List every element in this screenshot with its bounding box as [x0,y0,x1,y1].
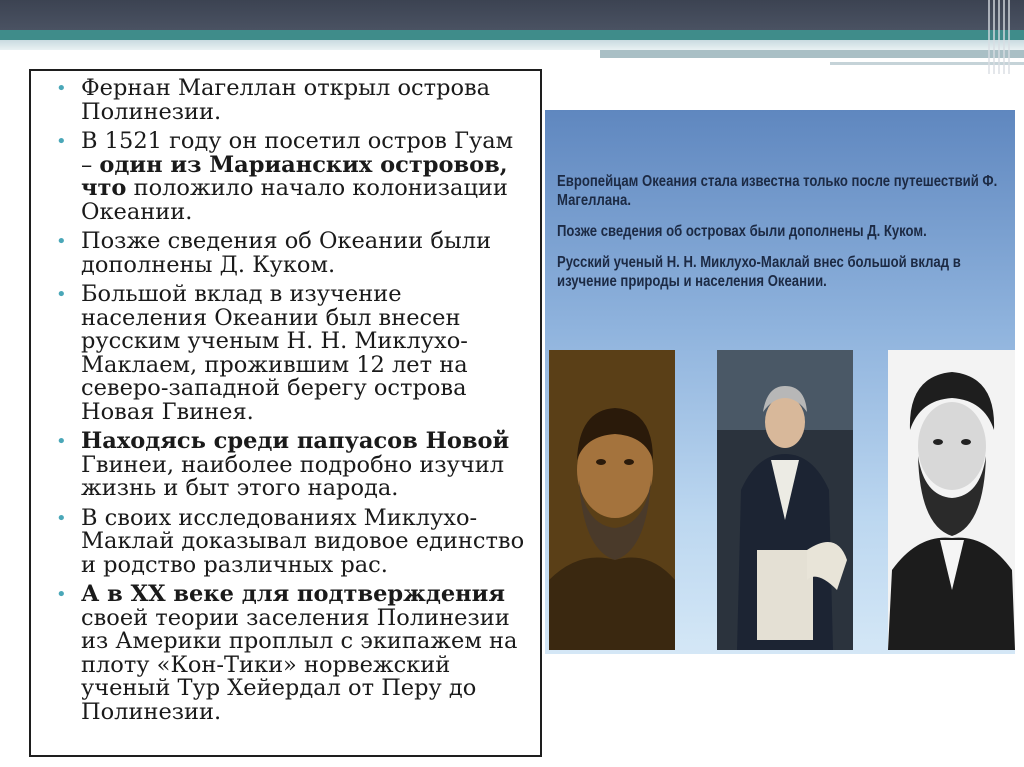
top-light-band [0,40,1024,50]
bullet-dot-icon: • [56,78,67,99]
bullet-dot-icon: • [56,431,67,452]
cook-portrait [717,350,853,650]
bullet-item: • А в XX веке для подтверждения своей тео… [56,581,528,725]
bullet-text: Фернан Магеллан открыл острова Полинезии… [81,75,491,125]
bullet-dot-icon: • [56,231,67,252]
bullet-item: • В своих исследованиях Миклухо-Маклай до… [56,504,528,578]
caption-line: Позже сведения об островах были дополнен… [557,223,927,240]
bullet-dot-icon: • [56,507,67,529]
text-box: • Фернан Магеллан открыл острова Полинези… [29,69,542,757]
bullet-text: Позже сведения об Океании были дополнены… [81,228,492,278]
bullet-dot-icon: • [56,131,67,152]
bullet-text: Большой вклад в изучение населения Океан… [81,281,468,425]
bullet-item: • Фернан Магеллан открыл острова Полинези… [56,75,528,125]
bullet-text: В 1521 году он посетил остров Гуам – оди… [81,128,514,225]
caption-line: Европейцам Океания стала известна только… [557,173,998,209]
bullet-item: • Находясь среди папуасов Новой Гвинеи, н… [56,428,528,501]
magellan-portrait [549,350,675,650]
top-gray-band [600,50,1024,58]
corner-stripes [988,0,1018,74]
explorers-picture: Европейцам Океания стала известна только… [545,110,1015,654]
top-teal-band [0,30,1024,40]
bullet-dot-icon: • [56,584,67,605]
bullet-text: Находясь среди папуасов Новой Гвинеи, на… [81,428,510,501]
bullet-dot-icon: • [56,284,67,305]
bullet-item: • Большой вклад в изучение населения Оке… [56,281,528,425]
caption-line: Русский ученый Н. Н. Миклухо-Маклай внес… [557,254,961,290]
bullet-text: В своих исследованиях Миклухо-Маклай док… [81,504,525,578]
miklukho-maklai-portrait [888,350,1015,650]
picture-caption: Европейцам Океания стала известна только… [557,172,1004,303]
top-dark-band [0,0,1024,30]
bullet-item: • В 1521 году он посетил остров Гуам – о… [56,128,528,225]
bullet-list: • Фернан Магеллан открыл острова Полинези… [31,71,540,724]
bullet-text: А в XX веке для подтверждения своей теор… [81,581,518,725]
bullet-item: • Позже сведения об Океании были дополне… [56,228,528,278]
